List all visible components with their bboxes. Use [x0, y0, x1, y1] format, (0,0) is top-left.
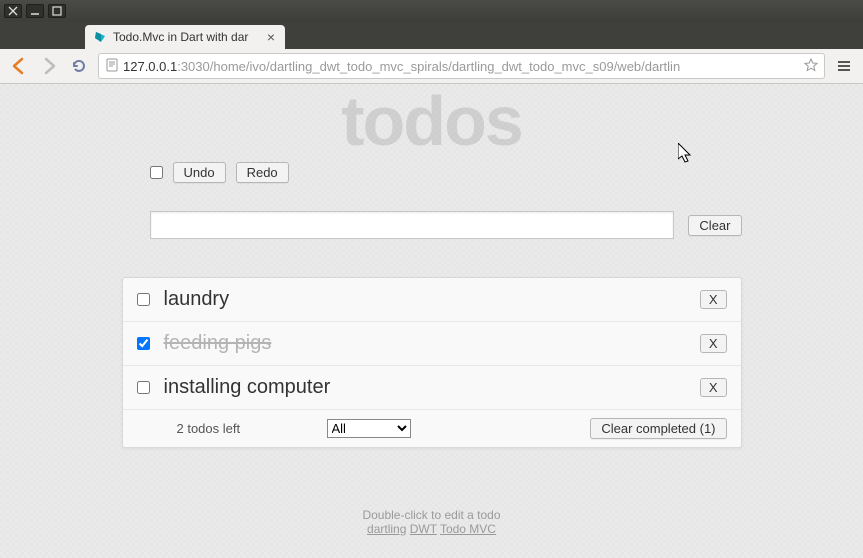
- back-button[interactable]: [8, 55, 30, 77]
- todo-item: feeding pigs X: [123, 322, 741, 366]
- items-left-count: 2 todos left: [177, 421, 317, 436]
- todo-footer: 2 todos left All Active Completed Clear …: [123, 410, 741, 447]
- footer-link-todomvc[interactable]: Todo MVC: [440, 522, 496, 536]
- tab-close-icon[interactable]: ×: [265, 29, 277, 45]
- url-text: 127.0.0.1:3030/home/ivo/dartling_dwt_tod…: [123, 59, 800, 74]
- top-controls: Undo Redo: [122, 162, 742, 183]
- todo-delete-button[interactable]: X: [700, 290, 727, 309]
- redo-button[interactable]: Redo: [236, 162, 289, 183]
- toggle-all-checkbox[interactable]: [150, 166, 163, 179]
- browser-menu-button[interactable]: [833, 55, 855, 77]
- footer-hint: Double-click to edit a todo: [122, 508, 742, 522]
- todo-delete-button[interactable]: X: [700, 378, 727, 397]
- todo-text[interactable]: feeding pigs: [164, 332, 686, 355]
- clear-input-button[interactable]: Clear: [688, 215, 741, 236]
- page-title: todos: [122, 86, 742, 156]
- browser-toolbar: 127.0.0.1:3030/home/ivo/dartling_dwt_tod…: [0, 49, 863, 84]
- new-todo-input[interactable]: [150, 211, 675, 239]
- dart-favicon-icon: [93, 30, 107, 44]
- page-viewport: todos Undo Redo Clear laundry X feeding …: [0, 84, 863, 558]
- todo-item: installing computer X: [123, 366, 741, 410]
- window-close-button[interactable]: [4, 4, 22, 18]
- filter-select[interactable]: All Active Completed: [327, 419, 411, 438]
- todo-complete-checkbox[interactable]: [137, 337, 150, 350]
- todo-complete-checkbox[interactable]: [137, 381, 150, 394]
- page-icon: [105, 58, 119, 75]
- forward-button[interactable]: [38, 55, 60, 77]
- footer-link-dwt[interactable]: DWT: [410, 522, 437, 536]
- todo-complete-checkbox[interactable]: [137, 293, 150, 306]
- todo-list: laundry X feeding pigs X installing comp…: [122, 277, 742, 448]
- clear-completed-button[interactable]: Clear completed (1): [590, 418, 726, 439]
- undo-button[interactable]: Undo: [173, 162, 226, 183]
- page-footer: Double-click to edit a todo dartling DWT…: [122, 508, 742, 536]
- todo-text[interactable]: installing computer: [164, 376, 686, 399]
- bookmark-star-icon[interactable]: [804, 58, 818, 75]
- browser-tab[interactable]: Todo.Mvc in Dart with dar ×: [85, 25, 285, 49]
- todo-delete-button[interactable]: X: [700, 334, 727, 353]
- url-bar[interactable]: 127.0.0.1:3030/home/ivo/dartling_dwt_tod…: [98, 53, 825, 79]
- reload-button[interactable]: [68, 55, 90, 77]
- new-todo-row: Clear: [122, 211, 742, 239]
- tab-title: Todo.Mvc in Dart with dar: [113, 30, 259, 44]
- window-maximize-button[interactable]: [48, 4, 66, 18]
- os-titlebar: [0, 0, 863, 22]
- browser-tabstrip: Todo.Mvc in Dart with dar ×: [0, 22, 863, 49]
- todo-item: laundry X: [123, 278, 741, 322]
- footer-link-dartling[interactable]: dartling: [367, 522, 406, 536]
- window-minimize-button[interactable]: [26, 4, 44, 18]
- todo-text[interactable]: laundry: [164, 288, 686, 311]
